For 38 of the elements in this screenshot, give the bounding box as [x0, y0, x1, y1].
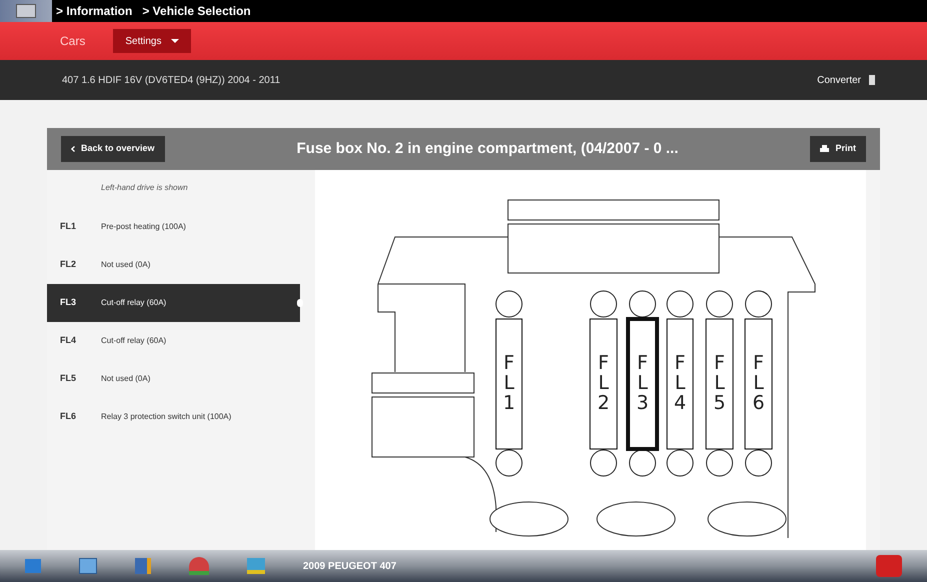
fuse-drawing: FL4 — [666, 290, 694, 476]
fuse-list-item[interactable]: FL2 Not used (0A) — [47, 246, 300, 284]
fuse-description: Cut-off relay (60A) — [101, 335, 166, 347]
back-button[interactable]: Back to overview — [61, 136, 165, 162]
fuse-list-item[interactable]: FL3 Cut-off relay (60A) — [47, 284, 300, 322]
print-button[interactable]: Print — [810, 136, 866, 162]
fuse-description: Relay 3 protection switch unit (100A) — [101, 411, 232, 423]
page-title: Fuse box No. 2 in engine compartment, (04/2007 - 0 ... — [296, 138, 678, 159]
fuse-code: FL4 — [60, 334, 78, 348]
fuse-code: FL3 — [60, 296, 78, 310]
settings-dropdown[interactable]: Settings — [113, 29, 192, 53]
fuse-description: Not used (0A) — [101, 259, 150, 271]
fuse-description: Cut-off relay (60A) — [101, 297, 166, 309]
fuse-drawing: FL3 — [626, 290, 659, 476]
breadcrumb-link[interactable]: > Vehicle Selection — [142, 2, 251, 20]
fuse-code: FL1 — [60, 220, 78, 234]
note-text: Left-hand drive is shown — [100, 182, 189, 194]
breadcrumb-link[interactable]: > Information — [56, 2, 132, 20]
fuse-description: Pre-post heating (100A) — [101, 221, 186, 233]
app-logo-icon[interactable] — [0, 0, 52, 22]
fuse-drawing: FL2 — [590, 290, 618, 476]
printer-icon — [820, 145, 830, 153]
taskbar-title: 2009 PEUGEOT 407 — [303, 560, 396, 574]
fuse-list-item[interactable]: FL5 Not used (0A) — [47, 360, 300, 398]
fuse-drawing: FL6 — [744, 290, 772, 476]
converter-label[interactable]: Converter — [817, 72, 861, 88]
vehicle-name: 407 1.6 HDIF 16V (DV6TED4 (9HZ)) 2004 - 2011 — [62, 74, 280, 88]
fuse-drawing: FL5 — [706, 290, 734, 476]
fuse-list-item[interactable]: FL4 Cut-off relay (60A) — [47, 322, 300, 360]
chevron-left-icon — [71, 146, 75, 152]
caret-icon — [171, 39, 180, 43]
fuse-code: FL6 — [60, 410, 78, 424]
fuse-code: FL2 — [60, 258, 78, 272]
fuse-list-item[interactable]: FL1 Pre-post heating (100A) — [47, 208, 300, 246]
fuse-list-item[interactable]: FL6 Relay 3 protection switch unit (100A) — [47, 398, 300, 436]
fuse-code: FL5 — [60, 372, 78, 386]
fuse-drawing: FL1 — [496, 290, 522, 476]
fuse-description: Not used (0A) — [101, 373, 150, 385]
